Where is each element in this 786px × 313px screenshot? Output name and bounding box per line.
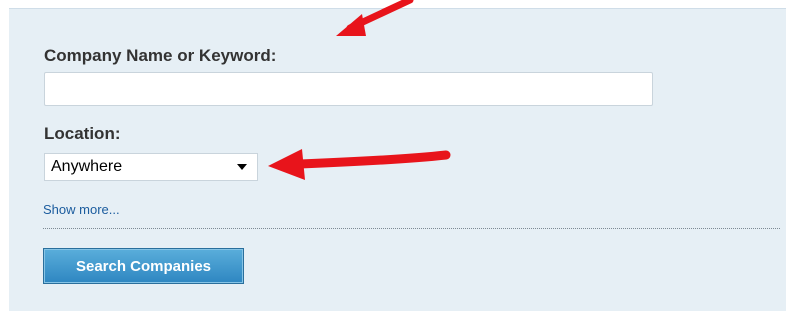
dotted-divider [43,228,780,229]
page: Company Name or Keyword: Location: Anywh… [0,0,786,313]
company-name-label: Company Name or Keyword: [44,46,277,65]
location-select[interactable]: Anywhere [44,153,258,181]
search-companies-button[interactable]: Search Companies [43,248,244,284]
location-label: Location: [44,124,121,143]
show-more-link[interactable]: Show more... [43,202,120,217]
location-select-value: Anywhere [51,158,123,175]
company-name-input[interactable] [44,72,653,106]
chevron-down-icon [237,164,247,170]
